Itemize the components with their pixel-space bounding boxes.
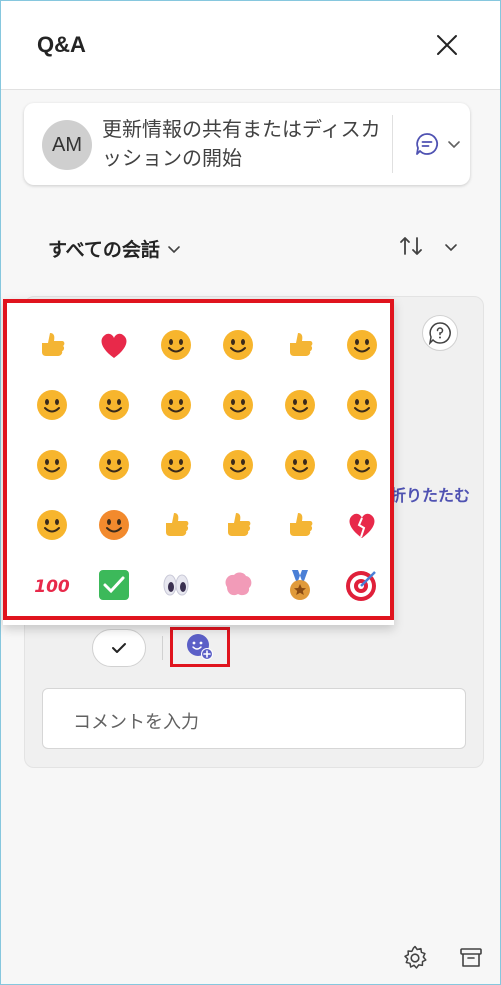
- emoji-picker: 100: [3, 299, 394, 625]
- divider: [162, 636, 163, 660]
- collapse-link[interactable]: 折りたたむ: [390, 482, 470, 506]
- question-icon[interactable]: [422, 315, 458, 351]
- checkmark-icon: [112, 643, 126, 653]
- page-title: Q&A: [37, 32, 86, 57]
- chat-bubble-icon[interactable]: [414, 131, 440, 157]
- archive-icon[interactable]: [458, 945, 484, 971]
- divider: [392, 115, 393, 173]
- conversation-filter-dropdown[interactable]: すべての会話: [48, 235, 182, 262]
- chevron-down-icon[interactable]: [443, 239, 459, 255]
- avatar: AM: [42, 120, 92, 170]
- question-bubble-icon: [428, 322, 451, 345]
- filter-label: すべての会話: [48, 239, 160, 261]
- header: Q&A: [1, 1, 500, 90]
- gear-icon[interactable]: [402, 945, 428, 971]
- sort-icon[interactable]: [398, 233, 424, 259]
- chevron-down-icon[interactable]: [446, 136, 462, 152]
- highlight-frame: [3, 299, 394, 620]
- chevron-down-icon: [168, 245, 180, 253]
- comment-input[interactable]: コメントを入力: [42, 688, 466, 749]
- close-icon[interactable]: [433, 31, 461, 59]
- composer-prompt[interactable]: 更新情報の共有またはディスカッションの開始: [102, 115, 392, 173]
- comment-placeholder: コメントを入力: [73, 712, 199, 733]
- add-reaction-button[interactable]: [170, 627, 230, 667]
- check-reaction-button[interactable]: [92, 629, 146, 667]
- new-post-composer[interactable]: AM 更新情報の共有またはディスカッションの開始: [24, 103, 470, 185]
- add-emoji-icon: [187, 634, 213, 660]
